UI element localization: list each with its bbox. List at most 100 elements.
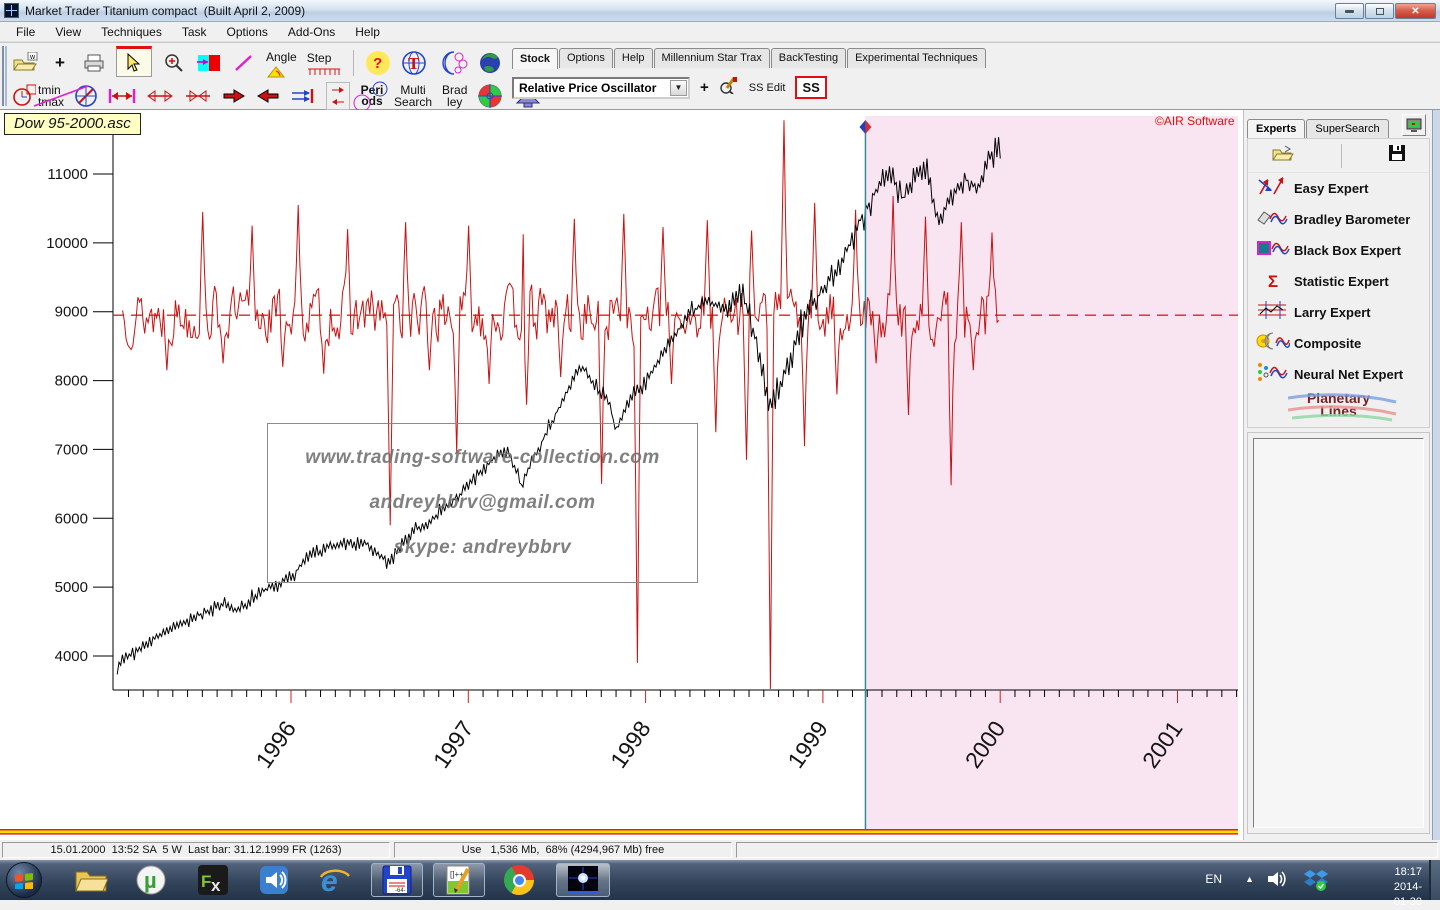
tray-dropbox-icon[interactable] [1304,868,1328,895]
expert-item-black-box-expert[interactable]: Black Box Expert [1248,235,1429,266]
taskbar-editor-app-button[interactable]: []++ [433,863,485,897]
tray-clock[interactable]: 18:17 2014-01-30 [1394,865,1422,910]
taskbar-explorer-icon[interactable] [70,864,112,896]
edit-search-button[interactable] [719,76,739,99]
tray-volume-icon[interactable] [1266,869,1288,892]
taskbar-floppy-app-button[interactable]: -64- [371,863,423,897]
menu-view[interactable]: View [45,23,91,41]
show-desktop-button[interactable] [1429,860,1440,900]
help-tool-button[interactable]: ? [366,51,390,75]
add-oscillator-button[interactable]: + [700,79,709,96]
bottom-stripe [0,831,1238,834]
taskbar-chrome-icon[interactable] [498,864,540,896]
tray-language[interactable]: EN [1205,872,1222,886]
add-button[interactable]: + [48,49,72,77]
print-button[interactable] [82,49,106,77]
expert-item-bradley-barometer[interactable]: Bradley Barometer [1248,204,1429,235]
time-globe-button[interactable]: T [400,49,428,77]
status-memory-info: Use 1,536 Mb, 68% (4294,967 Mb) free [394,842,732,858]
chart-canvas[interactable]: 1100010000900080007000600050004000199619… [0,110,1243,840]
cursor-diamond [859,120,865,134]
time-range-button[interactable]: tmintmax [12,82,64,110]
color-block-tool-button[interactable] [196,49,222,77]
tab-millennium-star-trax[interactable]: Millennium Star Trax [654,48,770,68]
expert-item-statistic-expert[interactable]: Σ Statistic Expert [1248,266,1429,297]
expert-item-planetary-lines[interactable]: Planetary Lines [1248,392,1429,418]
open-file-button[interactable]: w [12,49,38,77]
toolbar-grip[interactable] [2,46,7,106]
start-button[interactable] [6,862,42,898]
save-expert-button[interactable] [1388,144,1406,167]
expert-item-neural-net-expert[interactable]: Neural Net Expert [1248,359,1429,390]
tab-experts[interactable]: Experts [1247,119,1305,138]
close-button[interactable]: ✕ [1395,3,1436,19]
zoom-tool-button[interactable] [162,49,186,77]
y-tick-label: 11000 [47,166,88,183]
menu-help[interactable]: Help [345,23,390,41]
menu-file[interactable]: File [6,23,45,41]
expert-item-easy-expert[interactable]: Easy Expert [1248,173,1429,204]
taskbar-utorrent-icon[interactable]: µ [130,864,172,896]
planetary-lines-icon [1288,388,1398,424]
tab-stock[interactable]: Stock [512,48,558,69]
goto-end-button[interactable] [290,82,316,110]
load-expert-button[interactable] [1271,144,1295,167]
target-button[interactable] [477,82,503,110]
y-tick-label: 6000 [55,510,88,527]
supersearch-button[interactable]: SS [795,76,826,99]
nudge-buttons[interactable] [326,82,350,110]
tray-time: 18:17 [1394,865,1422,880]
step-tool-button[interactable]: Step [307,49,341,77]
expert-item-composite[interactable]: Composite [1248,328,1429,359]
shift-right-button[interactable] [222,82,246,110]
ss-edit-label[interactable]: SS Edit [749,82,786,94]
status-cursor-info: 15.01.2000 13:52 SA 5 W Last bar: 31.12.… [2,842,390,858]
watermark-line-3: skype: andreybbrv [394,537,571,559]
taskbar-volume-app-icon[interactable] [253,864,295,896]
contract-arrow-button[interactable] [184,82,212,110]
tab-backtesting[interactable]: BackTesting [771,48,846,68]
expand-arrow-button[interactable] [146,82,174,110]
app-window: Market Trader Titanium compact (Built Ap… [0,0,1440,900]
monitor-view-button[interactable] [1402,114,1426,136]
oscillator-dropdown[interactable]: Relative Price Oscillator ▼ [512,77,690,99]
oscillator-dropdown-value: Relative Price Oscillator [519,81,656,95]
moon-cycles-button[interactable] [438,49,468,77]
multi-search-button[interactable]: MultiSearch [394,82,432,110]
range-bars-arrow-button[interactable] [108,82,136,110]
bradley-button[interactable]: Bradley [442,82,467,110]
client-area: 1100010000900080007000600050004000199619… [0,110,1440,840]
menu-techniques[interactable]: Techniques [91,23,172,41]
minimize-button[interactable] [1335,3,1364,19]
window-frame-right [1432,110,1440,840]
menu-task[interactable]: Task [172,23,217,41]
tab-help[interactable]: Help [614,48,653,68]
trendline-tool-button[interactable] [232,49,256,77]
tab-supersearch[interactable]: SuperSearch [1306,119,1388,138]
svg-text:w: w [29,54,36,61]
chart-file-label[interactable]: Dow 95-2000.asc [4,113,141,135]
menu-options[interactable]: Options [217,23,278,41]
copyright-label: ©AIR Software [1155,114,1235,128]
taskbar-fx-icon[interactable]: Fx [192,864,234,896]
shift-left-button[interactable] [256,82,280,110]
titlebar: Market Trader Titanium compact (Built Ap… [0,0,1440,22]
taskbar-market-trader-button[interactable] [556,863,610,897]
dropdown-arrow-icon[interactable]: ▼ [670,80,687,96]
restore-button[interactable] [1365,3,1394,19]
app-icon [4,3,19,18]
menu-addons[interactable]: Add-Ons [278,23,345,41]
tray-expand-icon[interactable]: ▲ [1245,874,1254,884]
expert-item-larry-expert[interactable]: Larry Expert [1248,297,1429,328]
tab-options[interactable]: Options [559,48,613,68]
angle-tool-button[interactable]: Angle [266,49,297,77]
bottom-stripe [0,829,1238,831]
periods-button[interactable]: Periods [360,82,384,110]
globe-button[interactable] [478,49,502,77]
year-label: 1997 [428,716,479,773]
taskbar-ie-icon[interactable]: e [314,864,356,896]
tab-experimental-techniques[interactable]: Experimental Techniques [847,48,986,68]
experts-list: Easy Expert Bradley Barometer Black Box … [1247,138,1430,428]
pointer-tool-button[interactable] [116,46,152,77]
results-panel-body[interactable] [1253,438,1424,828]
